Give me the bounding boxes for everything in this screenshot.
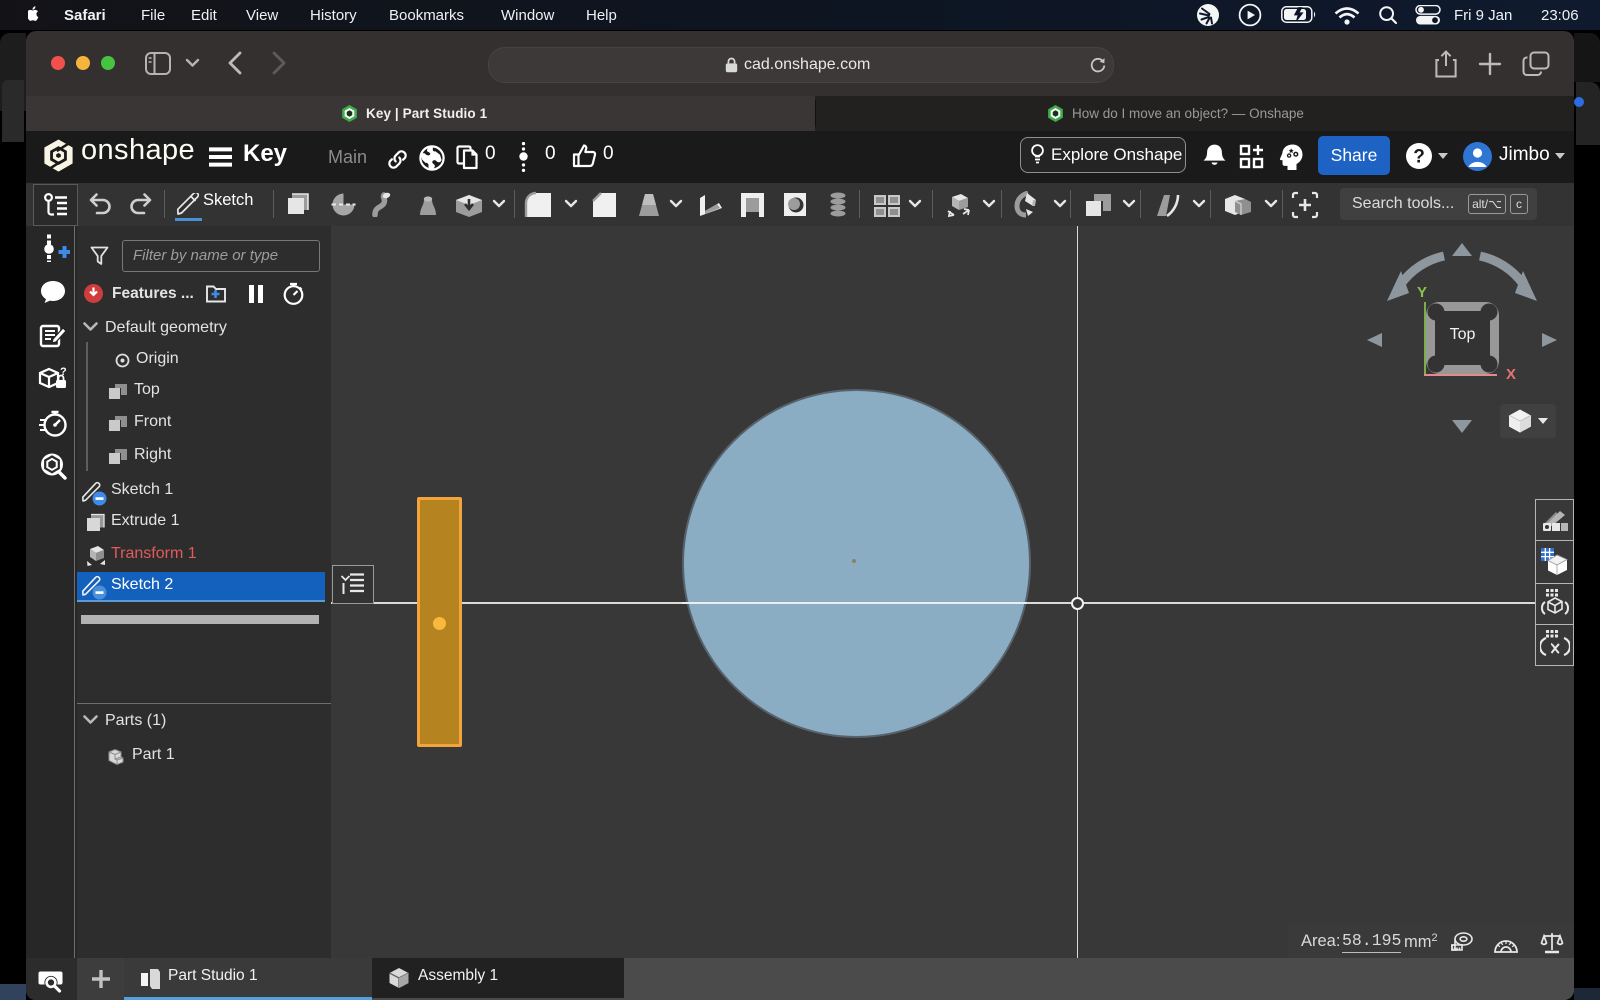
svg-text:?: ? xyxy=(1413,147,1425,168)
